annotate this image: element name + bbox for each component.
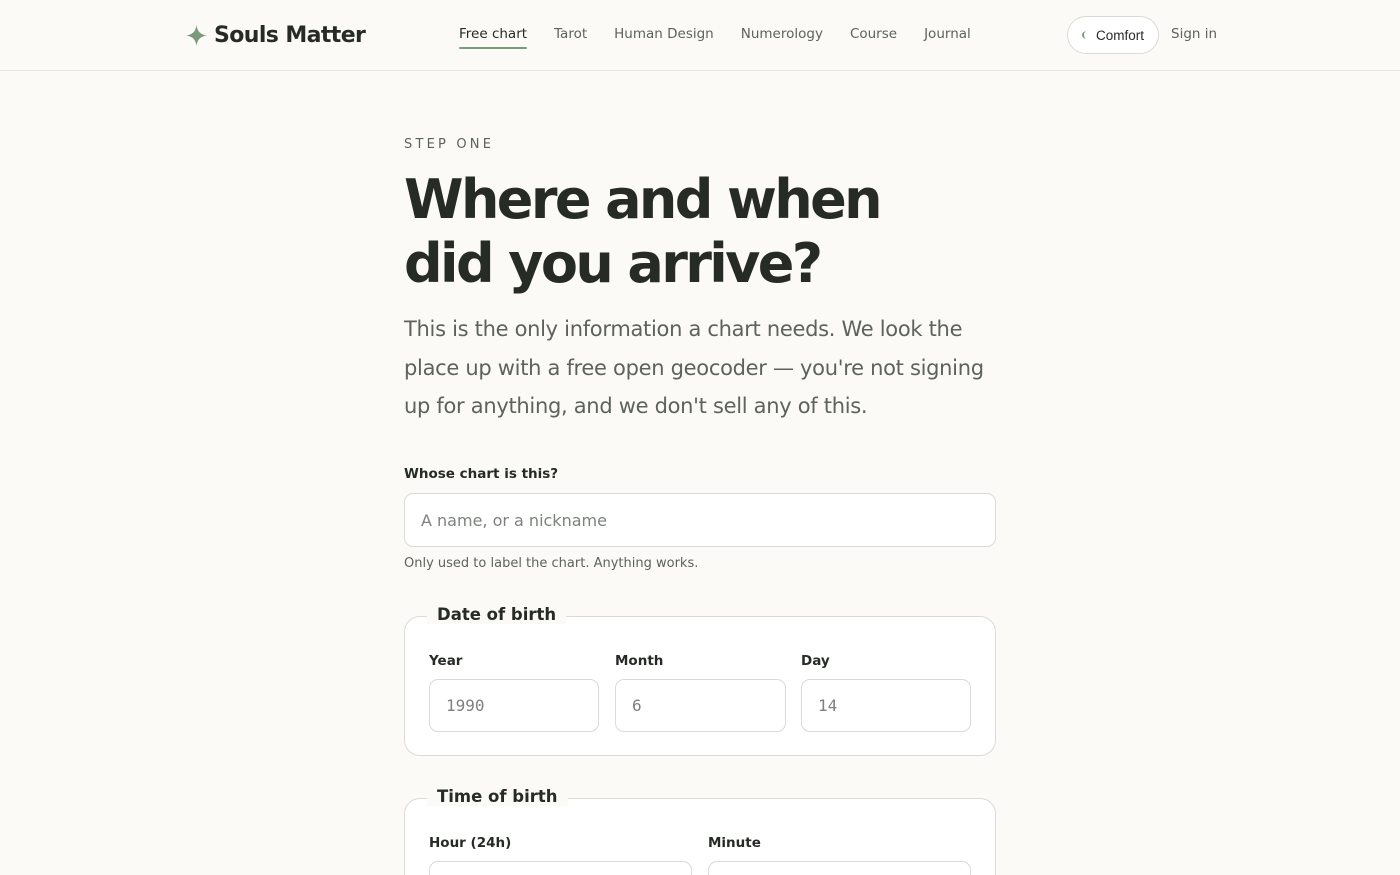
sparkle-icon xyxy=(186,24,207,46)
page-title-line-1: Where and when xyxy=(404,168,883,231)
brand-logo[interactable]: Souls Matter xyxy=(186,20,366,50)
step-eyebrow: STEP ONE xyxy=(404,137,495,152)
hour-input[interactable] xyxy=(429,861,692,875)
day-input[interactable] xyxy=(801,679,971,732)
nav-item-numerology[interactable]: Numerology xyxy=(741,25,823,49)
nav-item-tarot[interactable]: Tarot xyxy=(554,25,587,49)
minute-label: Minute xyxy=(708,835,761,851)
day-label: Day xyxy=(801,653,830,669)
name-field-label: Whose chart is this? xyxy=(404,466,559,482)
nav-item-free-chart[interactable]: Free chart xyxy=(459,25,528,49)
intro-text: This is the only information a chart nee… xyxy=(404,317,984,418)
moon-icon xyxy=(1081,31,1087,39)
year-input[interactable] xyxy=(429,679,599,732)
comfort-label: Comfort xyxy=(1095,27,1144,43)
comfort-button[interactable]: Comfort xyxy=(1067,16,1159,54)
brand-name: Souls Matter xyxy=(214,22,366,48)
chart-name-input[interactable] xyxy=(404,493,996,547)
date-of-birth-legend: Date of birth xyxy=(427,605,567,624)
year-label: Year xyxy=(429,653,463,669)
main-nav: Free chart Tarot Human Design Numerology… xyxy=(459,25,998,49)
nav-item-journal[interactable]: Journal xyxy=(924,25,971,49)
nav-item-course[interactable]: Course xyxy=(850,25,897,49)
name-field-helper: Only used to label the chart. Anything w… xyxy=(404,556,699,571)
hour-label: Hour (24h) xyxy=(429,835,512,851)
month-input[interactable] xyxy=(615,679,786,732)
month-label: Month xyxy=(615,653,664,669)
sign-in-link[interactable]: Sign in xyxy=(1171,25,1217,43)
nav-item-human-design[interactable]: Human Design xyxy=(614,25,714,49)
time-of-birth-legend: Time of birth xyxy=(427,787,568,806)
page-title: Where and when did you arrive? xyxy=(404,168,1004,296)
minute-input[interactable] xyxy=(708,861,971,875)
page-title-line-2: did you arrive? xyxy=(404,232,823,295)
site-header: Souls Matter Free chart Tarot Human Desi… xyxy=(0,0,1400,71)
